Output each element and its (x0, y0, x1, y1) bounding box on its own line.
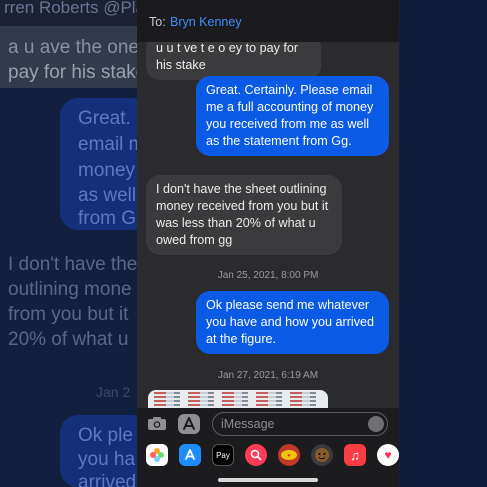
composer-bar (137, 408, 399, 440)
background-text-line: I don't have the (8, 254, 138, 275)
timestamp: Jan 27, 2021, 6:19 AM (217, 370, 319, 381)
background-stamp: Jan 2 (96, 384, 131, 400)
background-text-line: email m (78, 134, 145, 155)
background-text-line: pay for his stake (8, 62, 147, 83)
outgoing-message[interactable]: Ok please send me whatever you have and … (196, 291, 389, 354)
avatar-sticker-icon[interactable]: ✦ (278, 444, 300, 466)
background-right-panel (400, 0, 487, 487)
to-label: To: (149, 15, 166, 29)
message-input-field[interactable] (212, 412, 388, 436)
home-indicator[interactable] (218, 478, 318, 482)
appstore-icon[interactable] (179, 444, 201, 466)
apps-icon[interactable] (178, 414, 200, 434)
background-text-line: 20% of what u (8, 329, 129, 350)
memoji-icon[interactable] (311, 444, 333, 466)
background-text-line: you ha (78, 449, 136, 470)
phone-screen: To: Bryn Kenney u u t ve t e o ey to pay… (137, 0, 399, 487)
home-indicator-area (137, 470, 399, 487)
applepay-label: Pay (216, 450, 230, 460)
timestamp: Jan 25, 2021, 8:00 PM (217, 270, 319, 281)
background-text-line: Ok ple (78, 425, 133, 446)
app-drawer: Pay ✦ ♫ ♥ (137, 440, 399, 470)
incoming-message[interactable]: u u t ve t e o ey to pay for his stake (146, 42, 321, 80)
applepay-icon[interactable]: Pay (212, 444, 234, 466)
conversation-header: To: Bryn Kenney (137, 0, 399, 43)
image-attachment[interactable] (148, 390, 328, 408)
incoming-message[interactable]: I don't have the sheet outlining money r… (146, 175, 342, 255)
background-text-line: as well (78, 185, 137, 206)
message-thread[interactable]: u u t ve t e o ey to pay for his stake G… (137, 42, 399, 408)
background-text-line: from you but it (8, 304, 129, 325)
background-text-line: from G (78, 208, 137, 229)
background-text-line: money (78, 160, 136, 181)
background-top-name: rren Roberts @Play (4, 0, 154, 17)
camera-icon[interactable] (147, 416, 167, 431)
outgoing-message[interactable]: Great. Certainly. Please email me a full… (196, 76, 389, 156)
heart-icon[interactable]: ♥ (377, 444, 399, 466)
search-images-icon[interactable] (245, 444, 267, 466)
contact-name[interactable]: Bryn Kenney (170, 15, 242, 29)
photos-icon[interactable] (146, 444, 168, 466)
message-input[interactable] (221, 416, 361, 432)
background-text-line: outlining mone (8, 279, 132, 300)
audio-message-icon[interactable] (368, 416, 384, 432)
svg-text:✦: ✦ (286, 453, 291, 460)
background-text-line: arrived (78, 472, 137, 487)
music-icon[interactable]: ♫ (344, 444, 366, 466)
